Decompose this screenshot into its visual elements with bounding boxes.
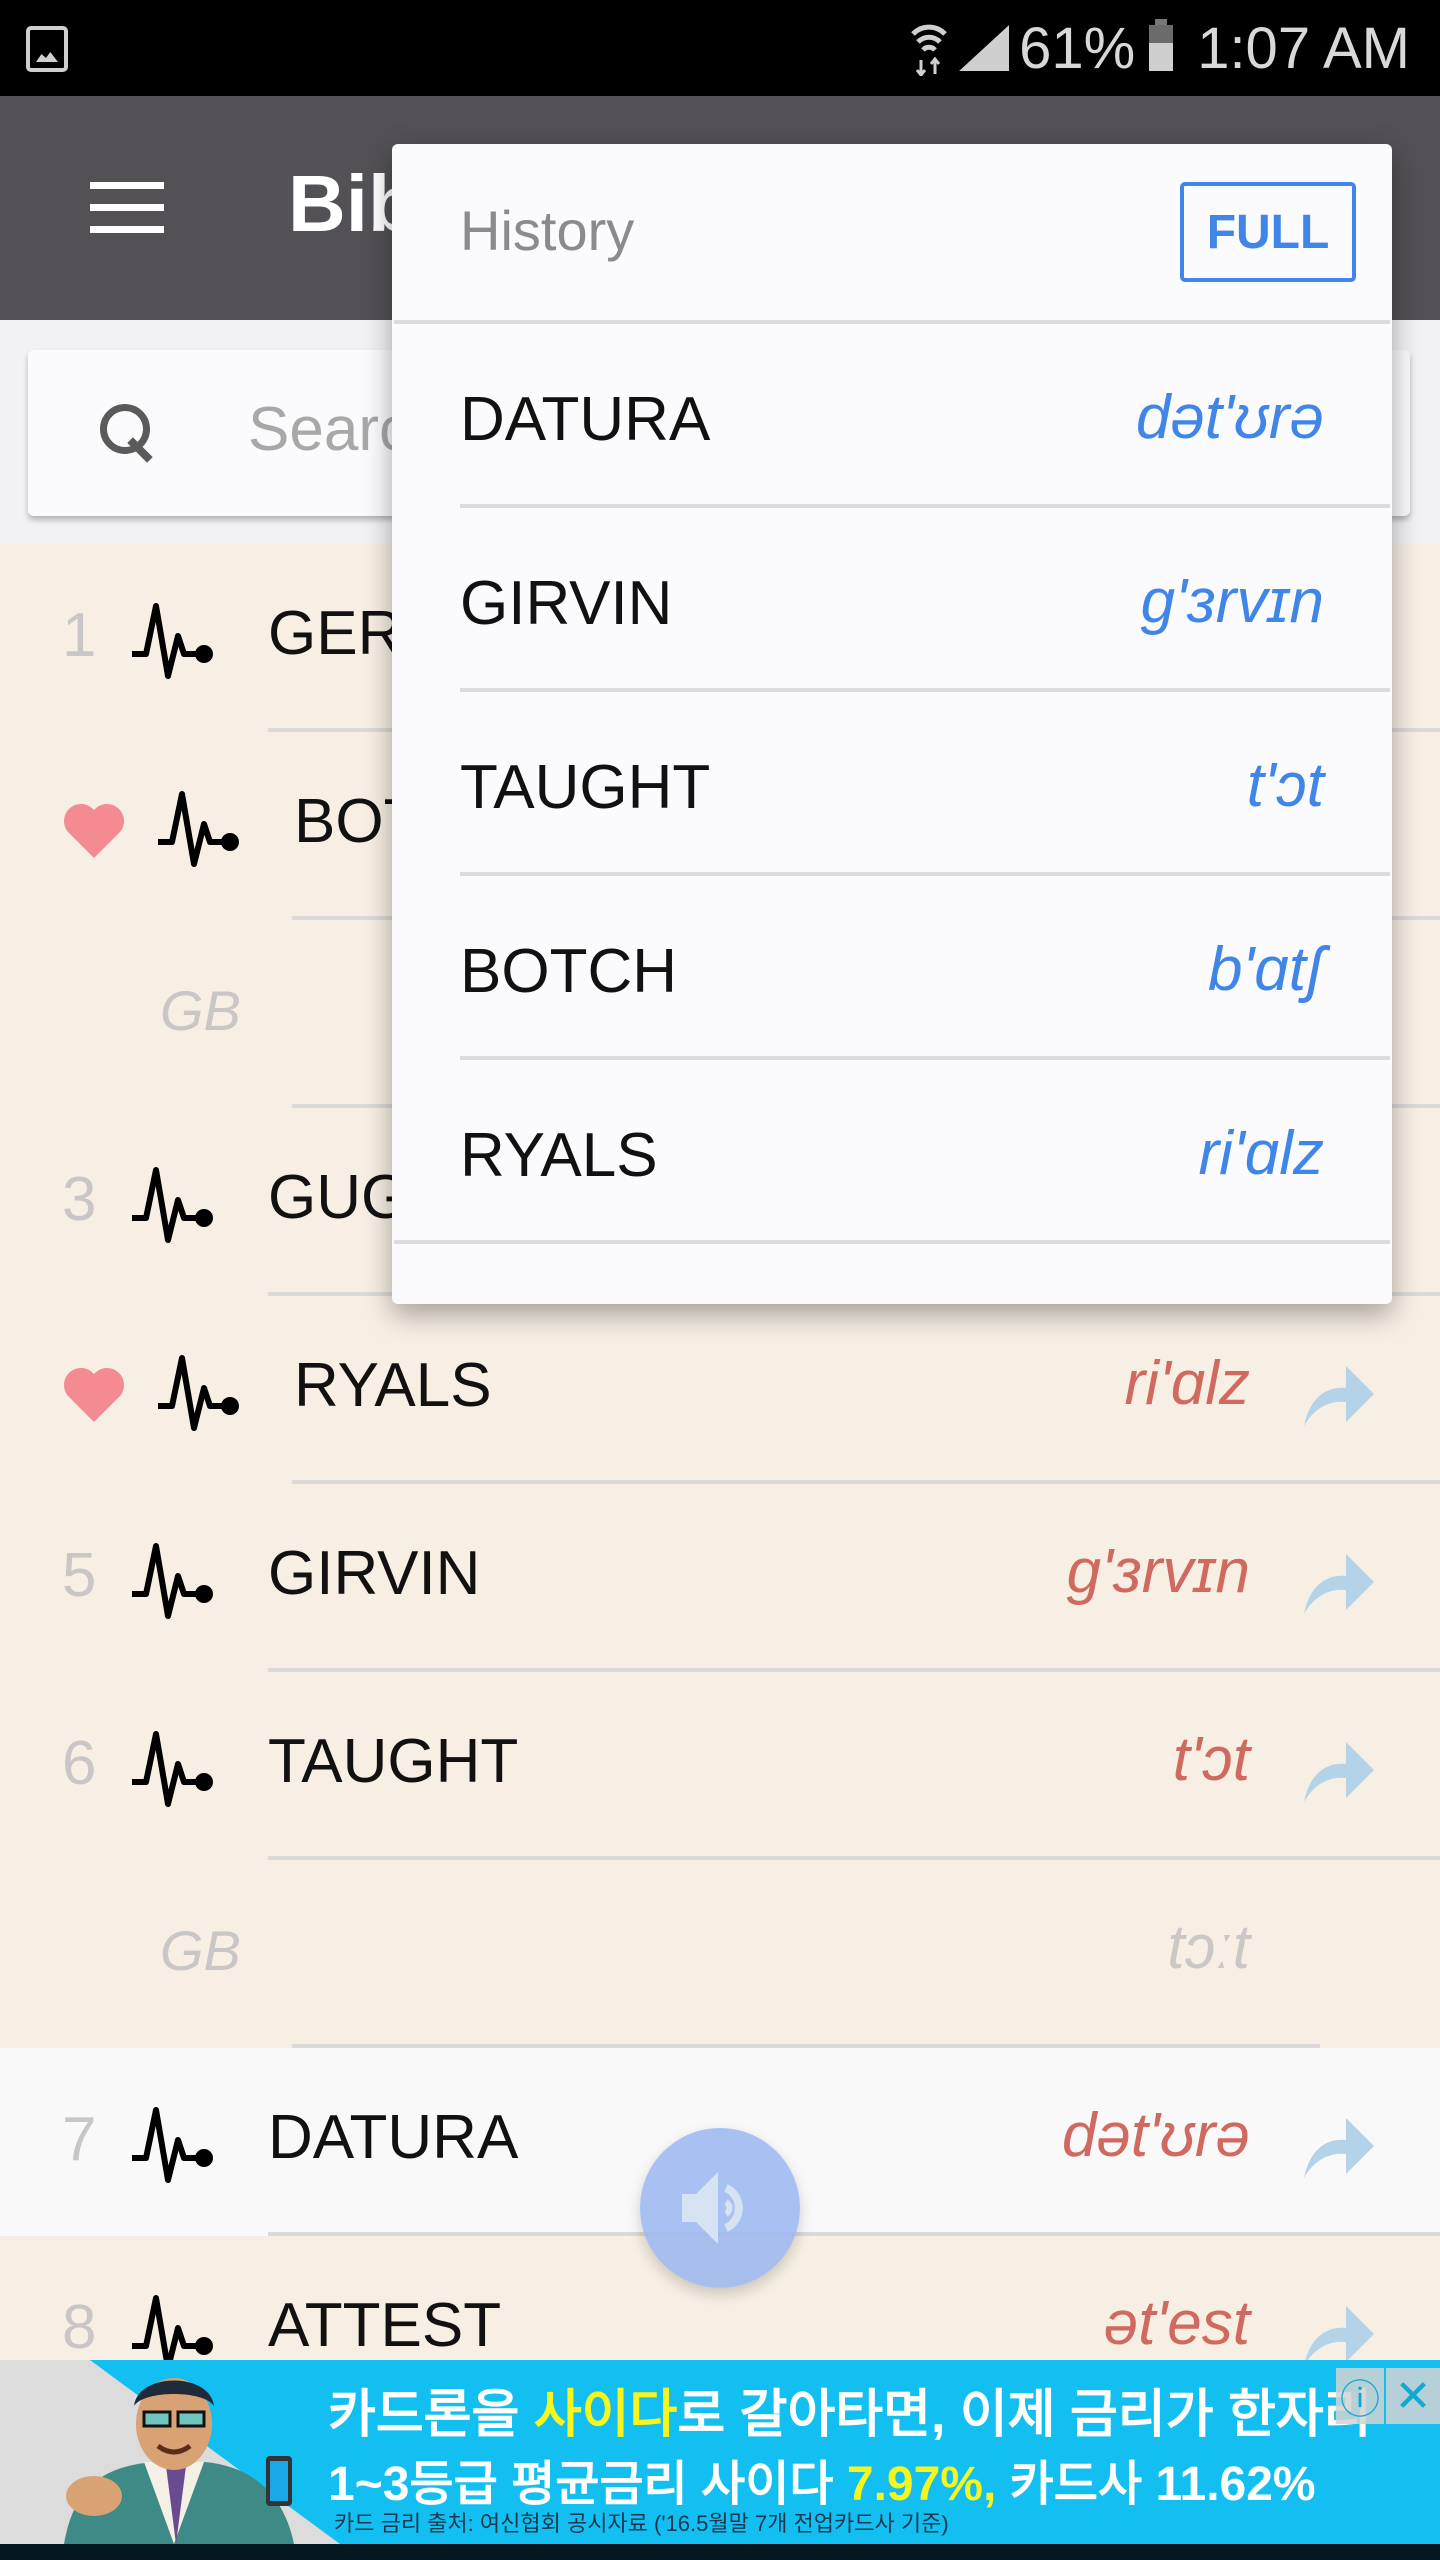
- history-popup: History FULL DATURA dət'ʊrə GIRVIN g'ɜrv…: [392, 144, 1392, 1304]
- share-arrow-icon[interactable]: [1302, 2118, 1376, 2178]
- ad-text: 로 갈아타면, 이제 금리가 한자리: [677, 2386, 1372, 2444]
- pulse-icon[interactable]: [130, 600, 218, 682]
- ad-text: 카드론을: [328, 2386, 534, 2444]
- row-ipa: dət'ʊrə: [1061, 2101, 1250, 2170]
- row-index: 7: [62, 2105, 97, 2174]
- ad-subheadline: 1~3등급 평균금리 사이다 7.97%, 카드사 11.62%: [328, 2444, 1316, 2514]
- ad-close-icon[interactable]: ✕: [1386, 2368, 1440, 2424]
- speaker-icon: [682, 2172, 743, 2244]
- list-item-gb[interactable]: GB tɔːt: [0, 1860, 1440, 2048]
- row-index: 1: [62, 601, 97, 670]
- signal-icon: [959, 25, 1010, 71]
- heart-icon[interactable]: [62, 1366, 126, 1424]
- pulse-icon[interactable]: [156, 1352, 244, 1434]
- ad-banner[interactable]: 카드론을 사이다로 갈아타면, 이제 금리가 한자리 1~3등급 평균금리 사이…: [0, 2360, 1440, 2544]
- list-item[interactable]: 6 TAUGHT t'ɔt: [0, 1672, 1440, 1860]
- list-item[interactable]: 5 GIRVIN g'ɜrvɪn: [0, 1484, 1440, 1672]
- row-index: 5: [62, 1541, 97, 1610]
- ad-text: 1~3등급 평균금리 사이다: [328, 2458, 847, 2511]
- list-item[interactable]: RYALS ri'ɑlz: [0, 1296, 1440, 1484]
- row-word: ATTEST: [268, 2291, 502, 2360]
- region-label: GB: [160, 979, 241, 1042]
- pulse-icon[interactable]: [130, 1728, 218, 1810]
- speak-fab-button[interactable]: [640, 2128, 800, 2288]
- ad-footnote: 카드 금리 출처: 여신협회 공시자료 ('16.5월말 7개 전업카드사 기준…: [334, 2511, 949, 2536]
- row-index: 8: [62, 2293, 97, 2362]
- row-word: GUG: [268, 1163, 410, 1232]
- history-item[interactable]: TAUGHT t'ɔt: [392, 692, 1392, 876]
- heart-icon[interactable]: [62, 802, 126, 860]
- system-nav-bar: [0, 2544, 1440, 2560]
- row-word: DATURA: [268, 2103, 519, 2172]
- row-ipa: tɔːt: [1167, 1913, 1250, 1982]
- history-title: History: [460, 199, 635, 262]
- row-word: GIRVIN: [268, 1539, 481, 1608]
- history-ipa: b'ɑtʃ: [1207, 935, 1324, 1004]
- pulse-icon[interactable]: [130, 2104, 218, 2186]
- pulse-icon[interactable]: [130, 1540, 218, 1622]
- hamburger-icon[interactable]: [90, 182, 164, 234]
- share-arrow-icon[interactable]: [1302, 2306, 1376, 2366]
- ad-highlight: 7.97%,: [846, 2458, 997, 2511]
- row-word: RYALS: [294, 1351, 492, 1420]
- ad-character-image: [64, 2378, 294, 2544]
- share-arrow-icon[interactable]: [1302, 1366, 1376, 1426]
- history-ipa: ri'ɑlz: [1198, 1119, 1324, 1188]
- pulse-icon[interactable]: [130, 1164, 218, 1246]
- battery-icon: [1149, 19, 1174, 71]
- ad-headline: 카드론을 사이다로 갈아타면, 이제 금리가 한자리: [328, 2372, 1372, 2447]
- share-arrow-icon[interactable]: [1302, 1742, 1376, 1802]
- history-ipa: t'ɔt: [1246, 751, 1324, 820]
- row-index: 3: [62, 1165, 97, 1234]
- row-ipa: ri'ɑlz: [1124, 1349, 1250, 1418]
- history-word: DATURA: [460, 385, 711, 454]
- history-ipa: g'ɜrvɪn: [1140, 567, 1324, 636]
- image-notification-icon: [26, 26, 68, 72]
- history-word: GIRVIN: [460, 569, 673, 638]
- row-index: 6: [62, 1729, 97, 1798]
- ad-highlight: 사이다: [533, 2386, 678, 2444]
- status-icons: 61% 1:07 AM: [909, 14, 1410, 82]
- clock: 1:07 AM: [1197, 15, 1410, 81]
- wifi-icon: [909, 20, 949, 78]
- history-word: BOTCH: [460, 937, 677, 1006]
- row-ipa: g'ɜrvɪn: [1066, 1537, 1250, 1606]
- share-arrow-icon[interactable]: [1302, 1554, 1376, 1614]
- row-ipa: ət'est: [1103, 2289, 1250, 2358]
- ad-text: 카드사 11.62%: [996, 2458, 1316, 2511]
- pulse-icon[interactable]: [156, 788, 244, 870]
- region-label: GB: [160, 1919, 241, 1982]
- battery-percent: 61%: [1019, 15, 1136, 81]
- search-icon: [100, 404, 154, 464]
- history-item[interactable]: BOTCH b'ɑtʃ: [392, 876, 1392, 1060]
- history-word: RYALS: [460, 1121, 658, 1190]
- history-divider: [394, 1240, 1390, 1244]
- history-word: TAUGHT: [460, 753, 711, 822]
- history-item[interactable]: RYALS ri'ɑlz: [392, 1060, 1392, 1244]
- row-ipa: t'ɔt: [1172, 1725, 1250, 1794]
- history-item[interactable]: DATURA dət'ʊrə: [392, 324, 1392, 508]
- full-history-button[interactable]: FULL: [1180, 182, 1356, 282]
- row-word: TAUGHT: [268, 1727, 519, 1796]
- ad-info-icon[interactable]: ⓘ: [1336, 2368, 1384, 2424]
- status-bar: 61% 1:07 AM: [0, 0, 1440, 96]
- history-ipa: dət'ʊrə: [1135, 383, 1324, 452]
- history-item[interactable]: GIRVIN g'ɜrvɪn: [392, 508, 1392, 692]
